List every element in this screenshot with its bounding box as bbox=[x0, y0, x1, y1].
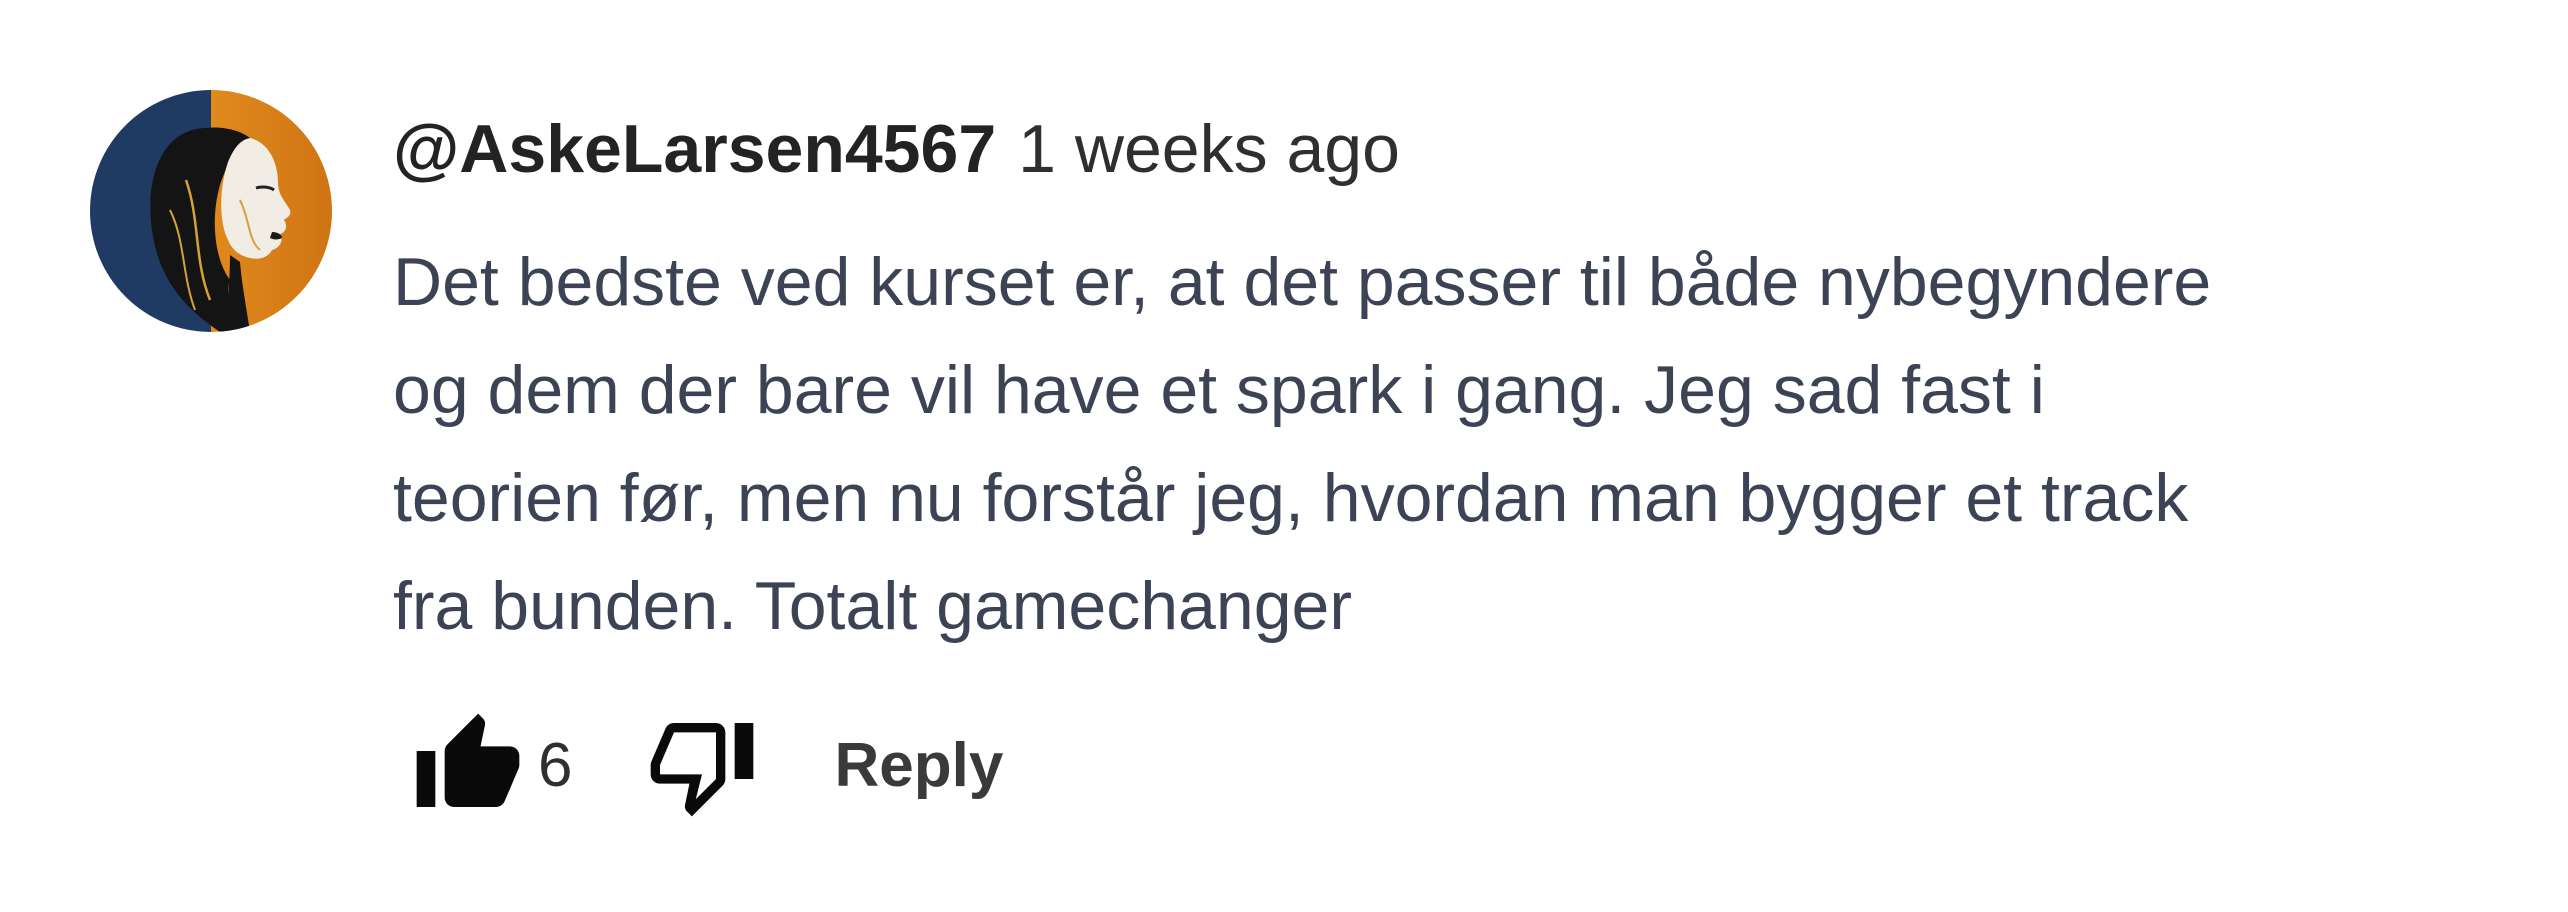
comment: @AskeLarsen4567 1 weeks ago Det bedste v… bbox=[0, 0, 2568, 912]
avatar-portrait-icon bbox=[90, 90, 332, 332]
comment-text-line: og dem der bare vil have et spark i gang… bbox=[393, 352, 2045, 428]
comment-timestamp[interactable]: 1 weeks ago bbox=[1018, 110, 1400, 188]
comment-text-line: fra bunden. Totalt gamechanger bbox=[393, 568, 1352, 644]
avatar[interactable] bbox=[90, 90, 332, 332]
like-button[interactable] bbox=[408, 700, 528, 830]
comment-text-line: Det bedste ved kurset er, at det passer … bbox=[393, 244, 2212, 320]
author-name[interactable]: @AskeLarsen4567 bbox=[393, 110, 996, 188]
comment-actions: 6 Reply bbox=[408, 700, 1003, 830]
reply-button[interactable]: Reply bbox=[834, 730, 1003, 801]
comment-text: Det bedste ved kurset er, at det passer … bbox=[393, 228, 2503, 660]
thumbs-down-icon bbox=[651, 723, 754, 817]
thumbs-up-icon bbox=[416, 713, 520, 807]
dislike-button[interactable] bbox=[642, 700, 762, 830]
comment-body: @AskeLarsen4567 1 weeks ago Det bedste v… bbox=[393, 110, 2503, 660]
like-count: 6 bbox=[538, 730, 573, 800]
comment-header: @AskeLarsen4567 1 weeks ago bbox=[393, 110, 2503, 200]
comment-text-line: teorien før, men nu forstår jeg, hvordan… bbox=[393, 460, 2189, 536]
